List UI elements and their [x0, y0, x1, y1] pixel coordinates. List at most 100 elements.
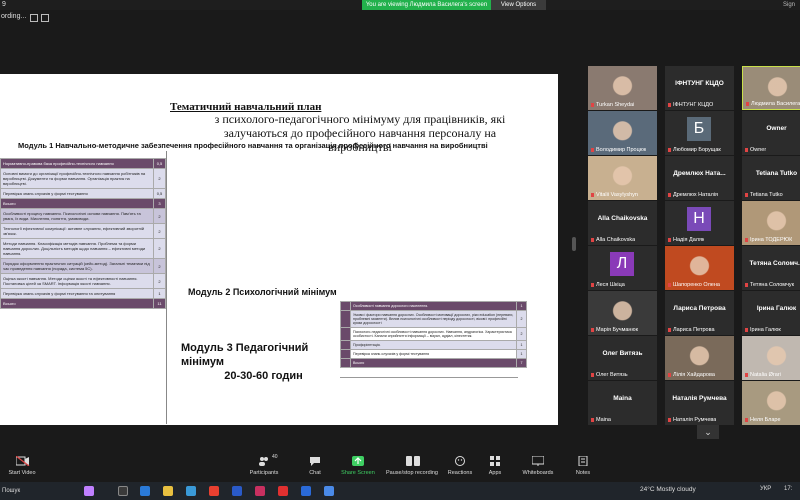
participant-tile[interactable]: Неля Бларе: [742, 381, 800, 425]
module-3-hours: 20-30-60 годин: [224, 370, 303, 382]
participant-tile[interactable]: Maina Maina: [588, 381, 657, 425]
table-row: Всього 7: [340, 358, 527, 368]
reactions-button[interactable]: Reactions: [446, 450, 474, 482]
table-cell-hours: 3: [153, 198, 166, 209]
table-cell-marker: [340, 327, 351, 341]
app-icon[interactable]: [255, 486, 265, 496]
table-cell-topic: Всього: [0, 198, 154, 209]
table-row: Технології ефективної комунікації: актив…: [0, 223, 166, 239]
participant-tile[interactable]: Олег Витязь Олег Витязь: [588, 336, 657, 380]
table-cell-topic: Оцінка якості навчання. Методи оцінки як…: [0, 273, 154, 289]
participant-name: Tetiana Tutko: [745, 192, 783, 198]
participant-tile[interactable]: Ірина ТОДЕРЮК: [742, 201, 800, 245]
table-row: Перевірка знань слухачів у формі тестува…: [0, 188, 166, 199]
participant-tile[interactable]: Марія Бучманюк: [588, 291, 657, 335]
participant-display-name: Лариса Петрова: [673, 305, 726, 312]
participant-tile[interactable]: Б Любомир Борущак: [665, 111, 734, 155]
participant-tile[interactable]: Ірина Галюк Ірина Галюк: [742, 291, 800, 335]
taskbar-search[interactable]: Пошук: [0, 485, 70, 497]
table-cell-topic: Всього: [350, 358, 517, 368]
weather-widget[interactable]: 24°C Mostly cloudy: [640, 486, 696, 493]
participant-tile[interactable]: Шапоренко Олена: [665, 246, 734, 290]
wps-icon[interactable]: [278, 486, 288, 496]
participant-tile[interactable]: Natalia Ørari: [742, 336, 800, 380]
table-cell-topic: Методи навчання. Класифікація методів на…: [0, 238, 154, 259]
participant-display-name: Owner: [766, 125, 787, 132]
participant-tile[interactable]: Н Надія Даляк: [665, 201, 734, 245]
table-cell-topic: Профорієнтація.: [350, 340, 517, 350]
participant-tile[interactable]: Тетяна Соломч... Тетяна Соломчук: [742, 246, 800, 290]
participant-name: ІФНТУНГ КЦДО: [668, 102, 713, 108]
explorer-icon[interactable]: [163, 486, 173, 496]
participant-tile[interactable]: Лариса Петрова Лариса Петрова: [665, 291, 734, 335]
table-cell-topic: Психолого-педагогічні особливості навчан…: [350, 327, 517, 341]
store-icon[interactable]: [186, 486, 196, 496]
participant-name: Людмила Василега: [746, 101, 800, 107]
participant-tile[interactable]: Tetiana Tutko Tetiana Tutko: [742, 156, 800, 200]
apps-icon: [489, 456, 501, 466]
stop-recording-icon[interactable]: [41, 14, 49, 22]
table-row: Оцінка якості навчання. Методи оцінки як…: [0, 273, 166, 289]
table-row: Профорієнтація. 1: [340, 340, 527, 350]
recording-indicator: ording...: [0, 12, 60, 24]
table-row: Нормативно-правова база професійно-техні…: [0, 158, 166, 169]
table-cell-topic: Основні вимоги до організації професійно…: [0, 168, 154, 189]
chevron-down-icon[interactable]: ⌄: [697, 425, 719, 439]
word-icon[interactable]: [232, 486, 242, 496]
participant-tile[interactable]: Alla Chaikovska Alla Chaikovska: [588, 201, 657, 245]
table-cell-hours: 2: [153, 223, 166, 239]
table-row: Методи навчання. Класифікація методів на…: [0, 238, 166, 259]
participant-tile[interactable]: Л Леся Шкіца: [588, 246, 657, 290]
participant-name: Alla Chaikovska: [591, 237, 635, 243]
notes-button[interactable]: Notes: [572, 450, 594, 482]
chat-button[interactable]: Chat: [300, 450, 330, 482]
participant-name: Ірина Галюк: [745, 327, 781, 333]
whiteboards-button[interactable]: Whiteboards: [518, 450, 558, 482]
zoom-meeting-window: 9 You are viewing Людмила Василега's scr…: [0, 0, 800, 500]
reactions-label: Reactions: [447, 470, 473, 476]
chrome-icon[interactable]: [209, 486, 219, 496]
participant-tile[interactable]: Vitalii Vasylyshyn: [588, 156, 657, 200]
widgets-icon[interactable]: [84, 486, 94, 496]
participant-tile[interactable]: Наталія Румчева Наталія Румчева: [665, 381, 734, 425]
module-1-table: Нормативно-правова база професійно-техні…: [0, 158, 166, 309]
table-cell-hours: 0,5: [153, 158, 166, 169]
shared-screen: Тематичний навчальний план з психолого-п…: [0, 74, 558, 425]
participant-avatar: Л: [610, 252, 634, 276]
participant-tile[interactable]: Owner Owner: [742, 111, 800, 155]
view-options-button[interactable]: View Options: [491, 0, 546, 10]
participants-button[interactable]: Participants 40: [244, 450, 284, 482]
participant-tile[interactable]: Лілія Хайдарова: [665, 336, 734, 380]
participant-display-name: Ірина Галюк: [756, 305, 797, 312]
start-video-button[interactable]: Start Video: [4, 450, 40, 482]
notes-label: Notes: [575, 470, 591, 476]
table-cell-hours: 11: [153, 298, 166, 309]
table-cell-hours: 1: [516, 340, 527, 350]
table-row: Перевірка знань слухачів у формі тестува…: [340, 349, 527, 359]
participant-display-name: Tetiana Tutko: [755, 170, 798, 177]
table-cell-hours: 2: [516, 327, 527, 341]
participant-tile[interactable]: Людмила Василега: [742, 66, 800, 110]
participant-name: Дремлюх Наталія: [668, 192, 718, 198]
participant-tile[interactable]: Володимир Процюк: [588, 111, 657, 155]
task-view-icon[interactable]: [118, 486, 128, 496]
zoom-meeting-icon[interactable]: [324, 486, 334, 496]
share-scroll-handle[interactable]: [572, 237, 576, 251]
clock[interactable]: 17:: [784, 486, 792, 492]
participants-count: 40: [272, 454, 278, 460]
participant-tile[interactable]: Дремлюх Ната... Дремлюх Наталія: [665, 156, 734, 200]
participant-name: Owner: [745, 147, 766, 153]
pause-recording-icon[interactable]: [30, 14, 38, 22]
table-cell-topic: Порядок оформлення практичних ситуацій (…: [0, 258, 154, 274]
participant-tile[interactable]: Turkan Sheydai: [588, 66, 657, 110]
table-cell-topic: Особливості процесу навчання. Психологіч…: [0, 208, 154, 224]
chat-label: Chat: [309, 470, 321, 476]
edge-icon[interactable]: [140, 486, 150, 496]
table-row: Всього 3: [0, 198, 166, 209]
apps-button[interactable]: Apps: [484, 450, 506, 482]
language-indicator[interactable]: УКР: [760, 486, 771, 492]
participant-tile[interactable]: ІФНТУНГ КЦДО ІФНТУНГ КЦДО: [665, 66, 734, 110]
share-screen-button[interactable]: Share Screen: [338, 450, 378, 482]
pause-recording-button[interactable]: Pause/stop recording: [384, 450, 440, 482]
zoom-icon[interactable]: [301, 486, 311, 496]
